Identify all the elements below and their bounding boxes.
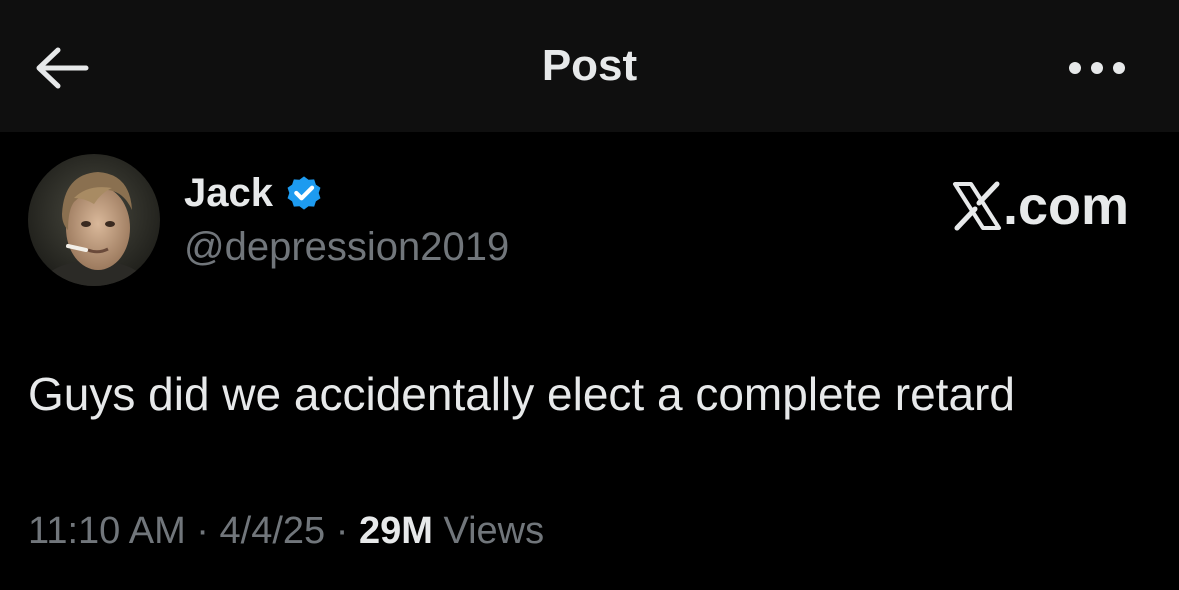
meta-separator: · — [325, 510, 359, 552]
display-name[interactable]: Jack — [184, 166, 273, 220]
author-handle[interactable]: @depression2019 — [184, 220, 509, 274]
tweet-meta: 11:10 AM · 4/4/25 · 29M Views — [28, 504, 544, 558]
verified-badge-icon[interactable] — [283, 172, 325, 214]
page-title: Post — [541, 41, 638, 90]
tweet-date[interactable]: 4/4/25 — [220, 510, 326, 552]
watermark-text: .com — [1002, 176, 1129, 236]
views-label: Views — [443, 510, 545, 552]
views-count[interactable]: 29M — [359, 510, 433, 552]
author-name-row: Jack — [184, 166, 325, 220]
meta-separator: · — [185, 510, 220, 552]
watermark: .com — [951, 176, 1129, 236]
more-options-button[interactable] — [1063, 48, 1131, 88]
top-navigation-bar: Post — [0, 0, 1179, 132]
avatar[interactable] — [28, 154, 160, 286]
tweet-time[interactable]: 11:10 AM — [28, 510, 186, 552]
more-horizontal-icon — [1069, 62, 1125, 74]
profile-photo — [28, 154, 160, 286]
arrow-left-icon — [36, 47, 89, 89]
x-logo-icon — [952, 181, 1001, 231]
tweet-text: Guys did we accidentally elect a complet… — [28, 368, 1015, 420]
back-button[interactable] — [30, 40, 94, 96]
